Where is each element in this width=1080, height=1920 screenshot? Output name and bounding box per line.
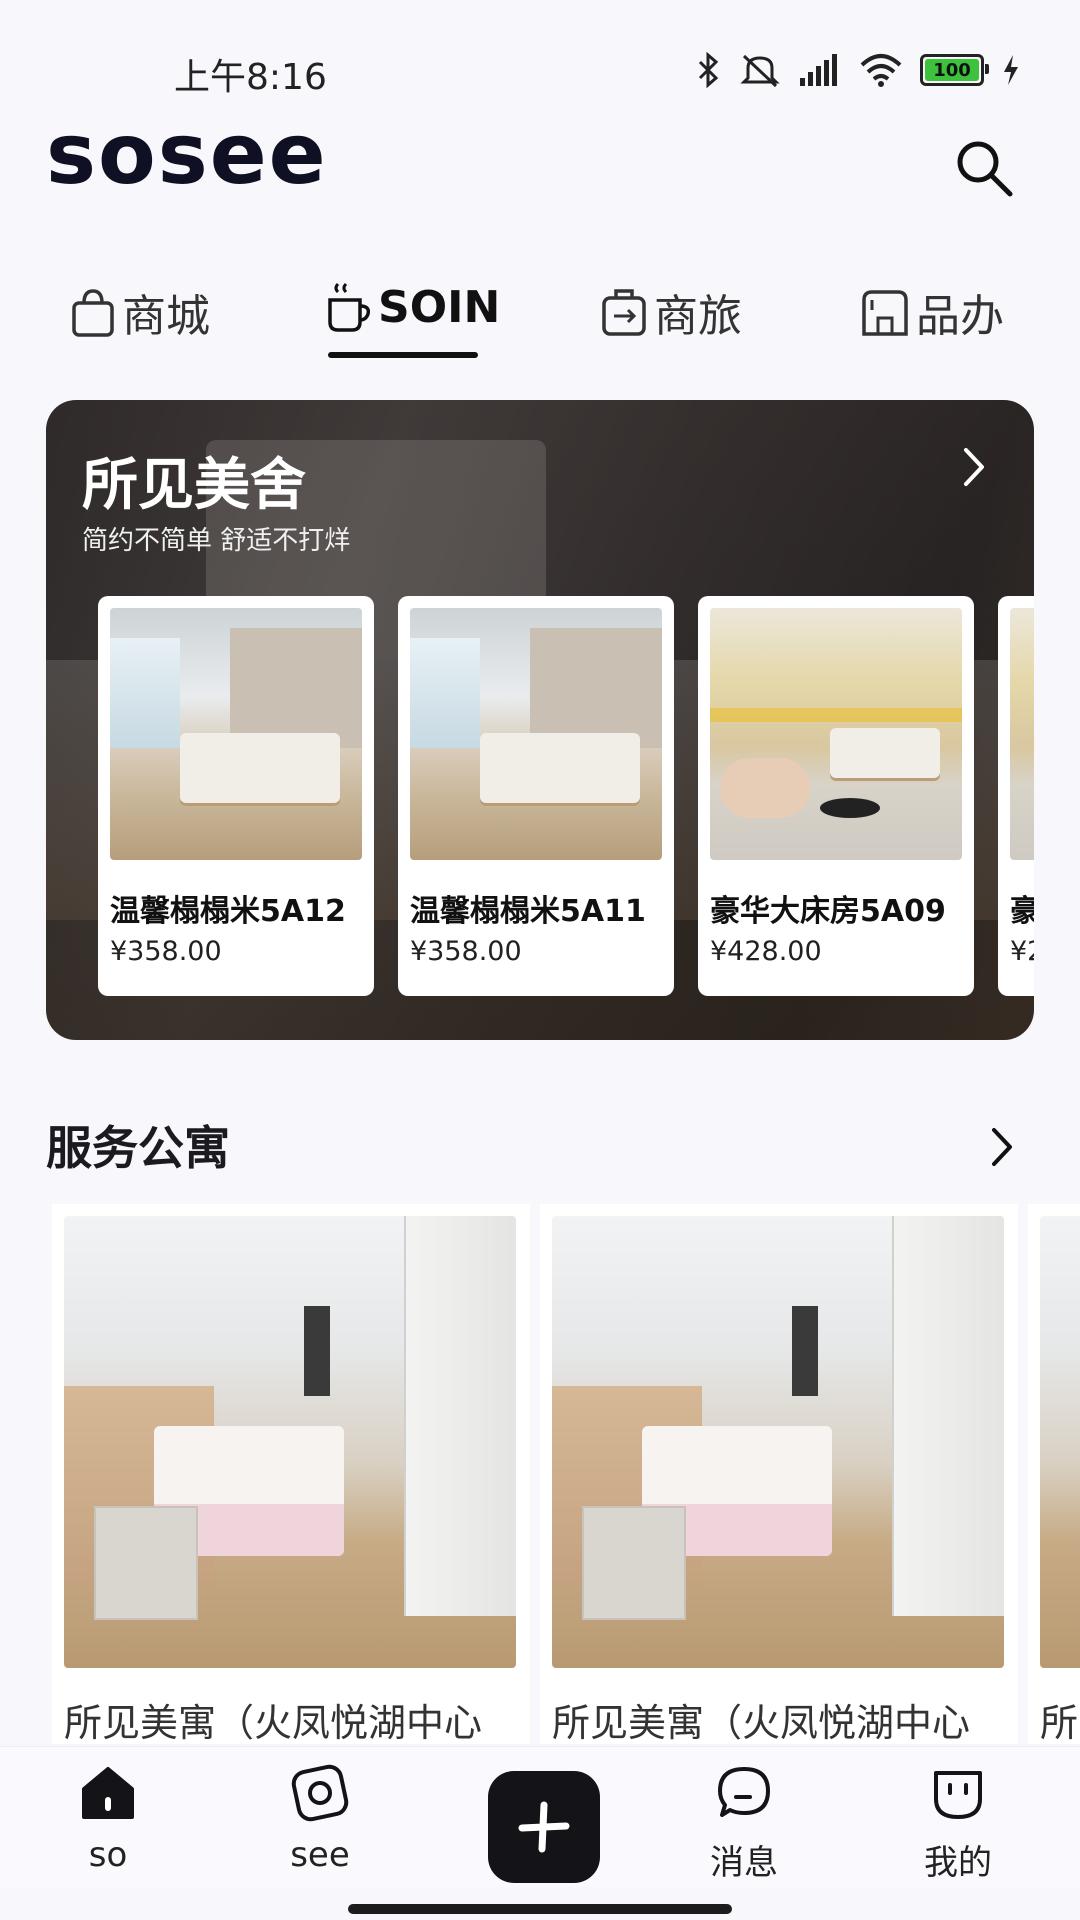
- nav-label: 消息: [710, 1843, 778, 1883]
- room-price: ¥2: [1010, 936, 1034, 967]
- tab-label: 品办: [916, 291, 1004, 342]
- search-button[interactable]: [952, 136, 1016, 200]
- home-indicator[interactable]: [348, 1904, 732, 1914]
- apartment-card[interactable]: 所: [1028, 1204, 1080, 1744]
- coffee-cup-icon: [328, 282, 371, 332]
- apartment-title: 所见美寓（火凤悦湖中心: [64, 1701, 483, 1744]
- tab-mall[interactable]: 商城: [70, 280, 210, 344]
- room-name: 豪华大床房5A09: [710, 894, 946, 929]
- nav-see[interactable]: see: [260, 1763, 380, 1875]
- office-building-icon: [862, 290, 908, 336]
- apartments-more-button[interactable]: [982, 1122, 1022, 1172]
- signal-icon: [800, 54, 837, 86]
- app-logo: sosee: [46, 105, 328, 203]
- banner-subtitle: 简约不简单 舒适不打烊: [82, 526, 351, 556]
- room-name: 温馨榻榻米5A12: [110, 894, 346, 929]
- hotel-card[interactable]: 豪华大床房5A09 ¥428.00: [698, 596, 974, 996]
- search-icon: [957, 141, 1013, 197]
- charging-icon: [1004, 55, 1018, 85]
- room-name: 温馨榻榻米5A11: [410, 894, 646, 929]
- room-price: ¥358.00: [410, 936, 522, 967]
- hotel-banner[interactable]: 所见美舍 简约不简单 舒适不打烊 温馨榻榻米5A12 ¥358.00 温馨榻榻米…: [46, 400, 1034, 1040]
- tab-label: SOIN: [378, 281, 501, 333]
- luggage-icon: [602, 289, 646, 336]
- home-icon: [82, 1767, 134, 1819]
- create-post-button[interactable]: [488, 1771, 600, 1883]
- apartment-photo: [552, 1216, 1004, 1668]
- tab-office[interactable]: 品办: [860, 280, 1004, 344]
- plus-icon: [518, 1801, 570, 1853]
- hotel-card[interactable]: 温馨榻榻米5A11 ¥358.00: [398, 596, 674, 996]
- chevron-right-icon: [992, 1128, 1012, 1166]
- nav-messages[interactable]: 消息: [684, 1763, 804, 1884]
- nav-label: see: [290, 1835, 350, 1875]
- chat-bubble-icon: [718, 1767, 770, 1817]
- chevron-right-icon: [964, 448, 984, 486]
- banner-more-button[interactable]: [954, 442, 994, 492]
- camera-lens-icon: [291, 1764, 349, 1822]
- battery-level: 100: [933, 59, 971, 81]
- bottom-navigation: so see 消息 我的: [0, 1746, 1080, 1887]
- apartment-card-list: 所见美寓（火凤悦湖中心 所见美寓（火凤悦湖中心 所: [52, 1204, 1080, 1744]
- room-photo: [410, 608, 662, 860]
- nav-label: so: [88, 1835, 128, 1875]
- hotel-card[interactable]: 豪 ¥2: [998, 596, 1034, 996]
- wifi-icon: [860, 54, 902, 87]
- tab-business-travel[interactable]: 商旅: [600, 280, 742, 344]
- room-photo: [710, 608, 962, 860]
- apartment-title: 所见美寓（火凤悦湖中心: [552, 1701, 971, 1744]
- room-price: ¥358.00: [110, 936, 222, 967]
- shopping-bag-icon: [72, 289, 114, 337]
- nav-mine[interactable]: 我的: [898, 1763, 1018, 1884]
- bluetooth-icon: [698, 52, 719, 88]
- status-icons: 100: [696, 52, 1020, 88]
- banner-title: 所见美舍: [82, 453, 306, 518]
- apartment-photo: [1040, 1216, 1080, 1668]
- mute-icon: [740, 54, 780, 88]
- section-title: 服务公寓: [46, 1121, 230, 1175]
- tab-label: 商城: [122, 291, 210, 342]
- hotel-card[interactable]: 温馨榻榻米5A12 ¥358.00: [98, 596, 374, 996]
- room-name: 豪: [1010, 894, 1034, 929]
- apartment-photo: [64, 1216, 516, 1668]
- nav-so[interactable]: so: [48, 1763, 168, 1875]
- battery-icon: 100: [920, 54, 989, 86]
- status-time: 上午8:16: [174, 57, 327, 98]
- tab-label: 商旅: [654, 291, 742, 342]
- room-photo: [1010, 608, 1034, 860]
- tab-soin[interactable]: SOIN: [326, 280, 500, 334]
- room-price: ¥428.00: [710, 936, 822, 967]
- hotel-card-list: 温馨榻榻米5A12 ¥358.00 温馨榻榻米5A11 ¥358.00 豪华大床…: [98, 596, 1034, 996]
- nav-label: 我的: [924, 1843, 992, 1883]
- apartment-title: 所: [1040, 1701, 1079, 1744]
- category-tabs: 商城 SOIN 商旅 品办: [0, 280, 1080, 360]
- apartment-card[interactable]: 所见美寓（火凤悦湖中心: [540, 1204, 1018, 1744]
- apartment-card[interactable]: 所见美寓（火凤悦湖中心: [52, 1204, 530, 1744]
- profile-face-icon: [934, 1771, 982, 1819]
- room-photo: [110, 608, 362, 860]
- active-tab-indicator: [328, 352, 478, 358]
